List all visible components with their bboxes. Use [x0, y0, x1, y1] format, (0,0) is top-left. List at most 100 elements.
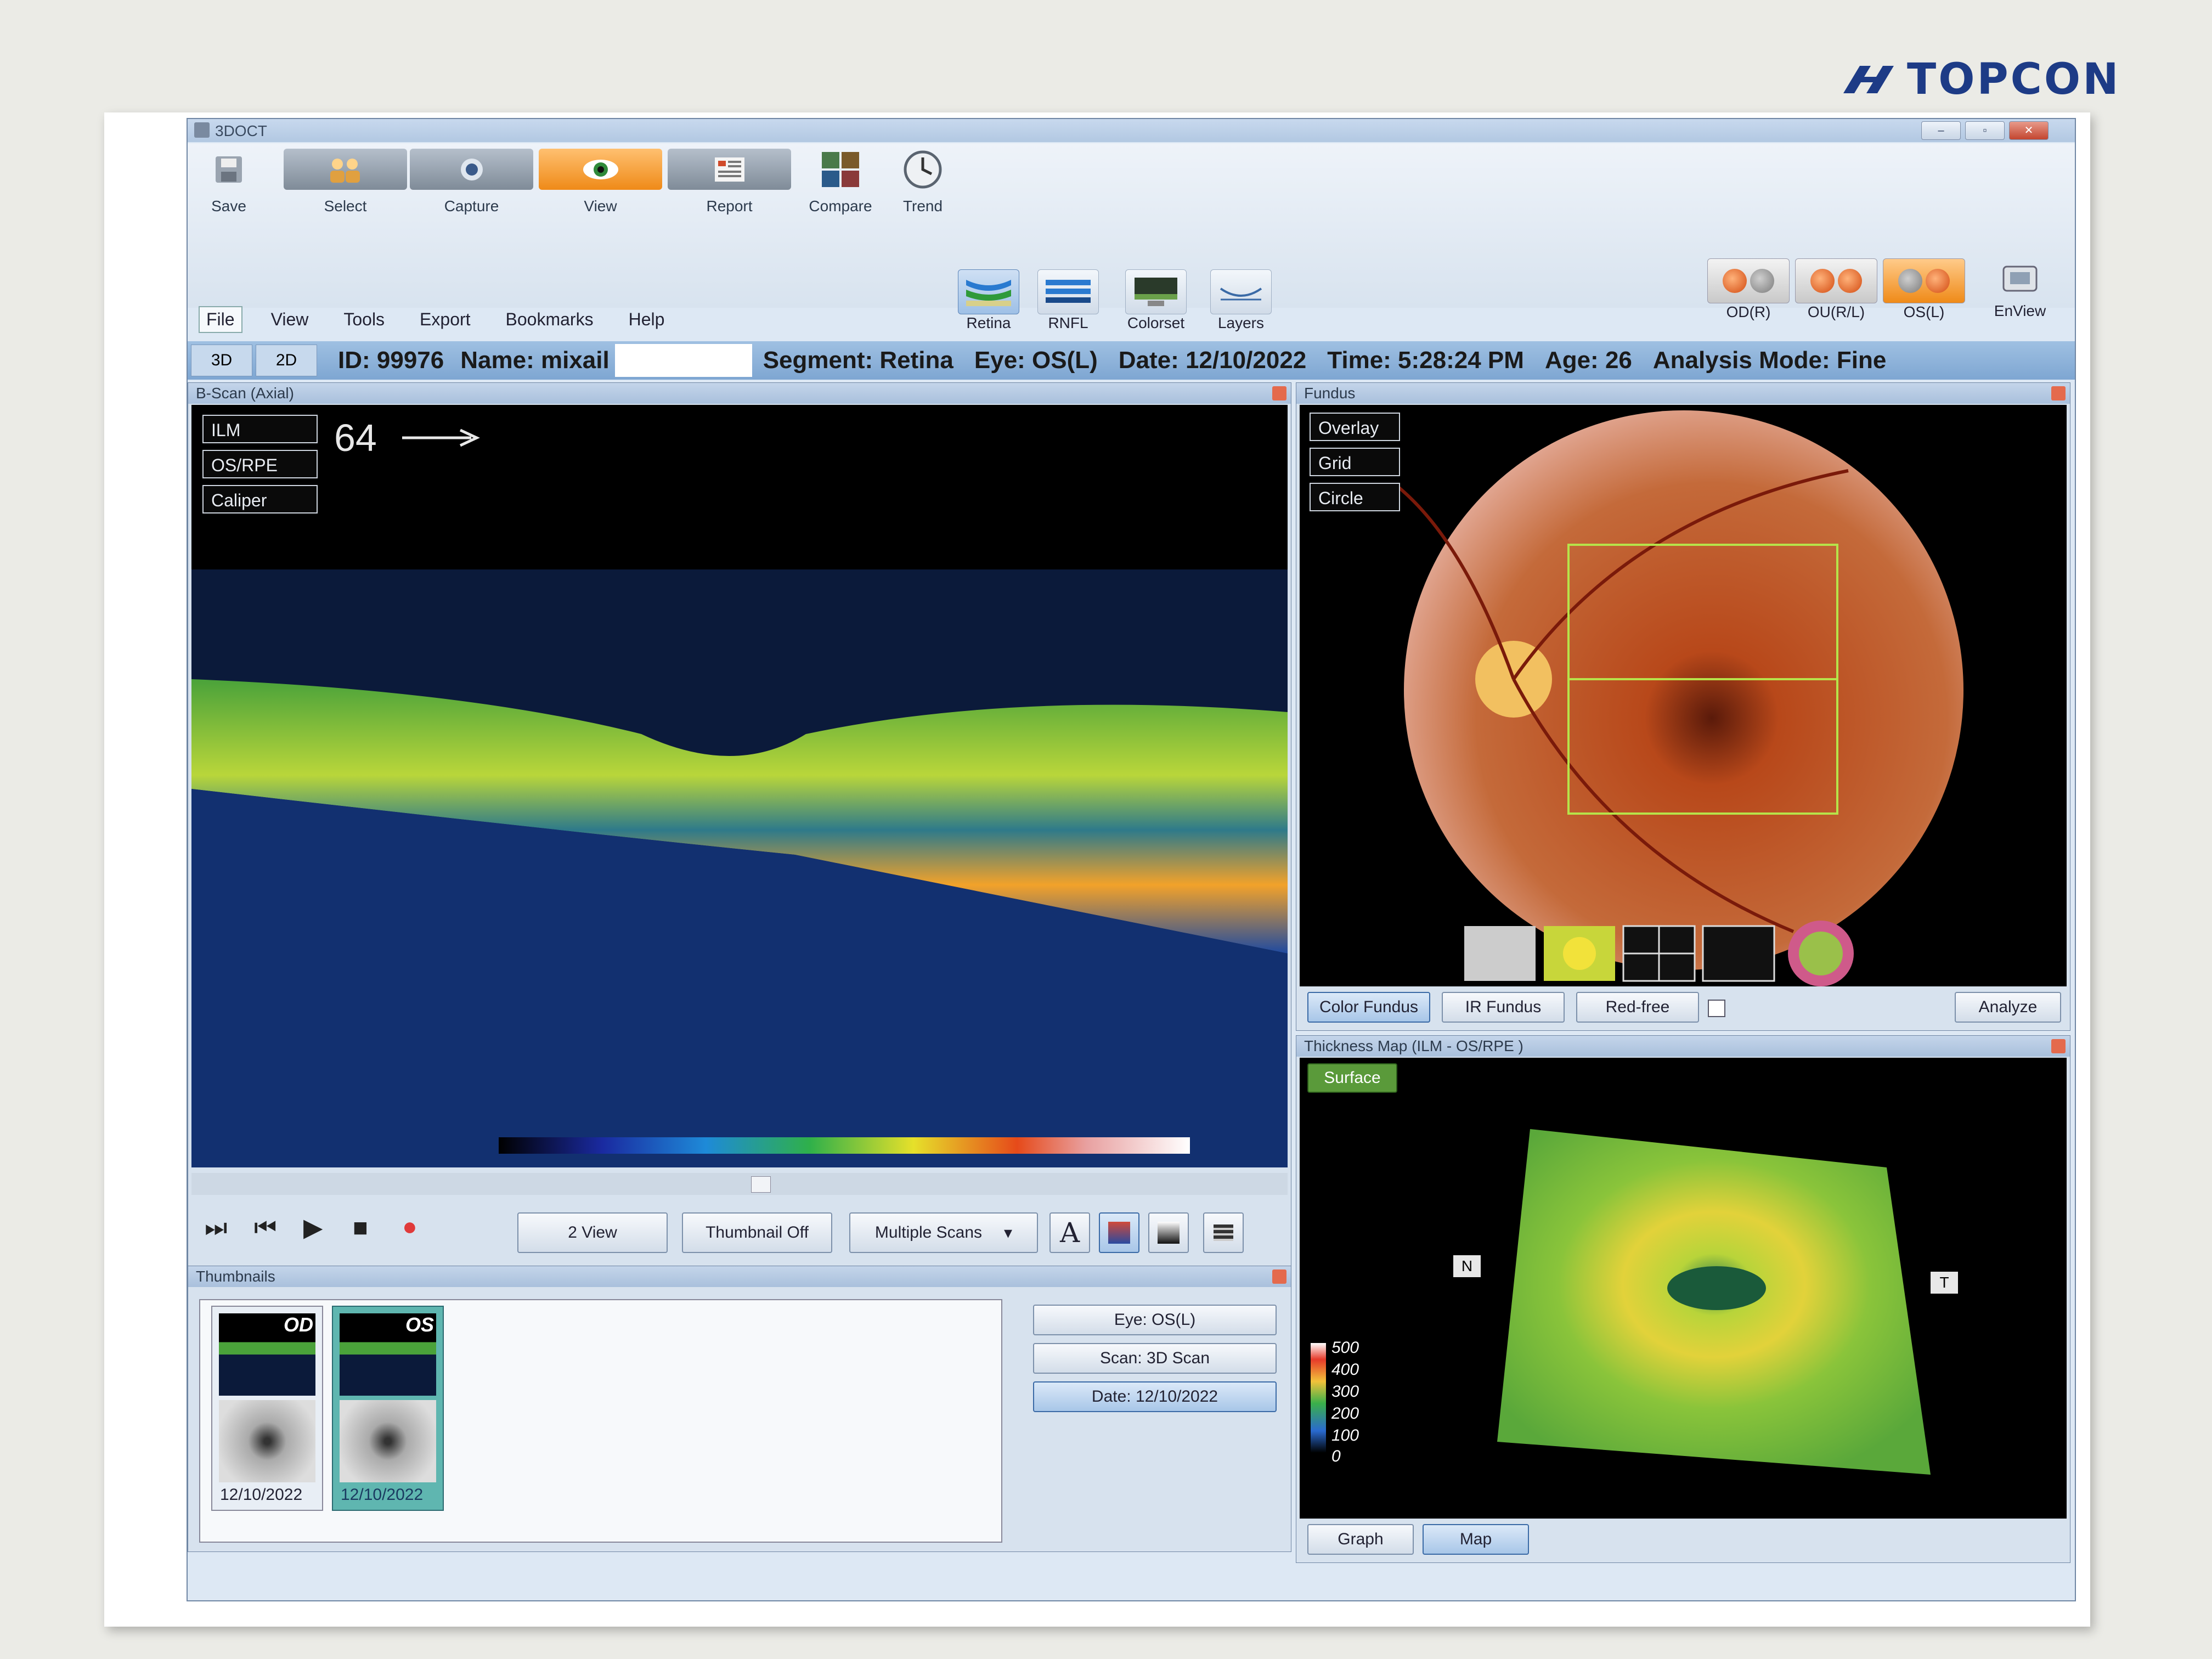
- tab-2d[interactable]: 2D: [256, 345, 317, 376]
- filter-eye-button[interactable]: Eye: OS(L): [1033, 1305, 1277, 1335]
- eye-icon: [539, 149, 662, 190]
- os-rpe-toggle[interactable]: OS/RPE: [202, 450, 318, 478]
- thickness-map-panel: Thickness Map (ILM - OS/RPE ) Surface N …: [1296, 1035, 2070, 1563]
- color-palette-button[interactable]: [1099, 1212, 1139, 1253]
- app-icon: [194, 122, 210, 138]
- thumbnails-title: Thumbnails: [188, 1266, 1291, 1287]
- step-forward-icon[interactable]: ⏭: [205, 1212, 227, 1243]
- menu-bookmarks[interactable]: Bookmarks: [499, 307, 600, 332]
- fundus-close-icon[interactable]: [2051, 386, 2066, 400]
- two-view-button[interactable]: 2 View: [517, 1212, 668, 1253]
- app-window: 3DOCT – ▫ ✕ Save Select Capture View Rep…: [187, 118, 2076, 1601]
- red-free-button[interactable]: Red-free: [1576, 992, 1699, 1023]
- arrow-right-icon: [402, 428, 480, 447]
- os-eye-icon: [1883, 258, 1965, 303]
- menu-help[interactable]: Help: [622, 307, 672, 332]
- graph-tab[interactable]: Graph: [1307, 1524, 1414, 1555]
- thumbnail-off-button[interactable]: Thumbnail Off: [682, 1212, 832, 1253]
- fundus-image[interactable]: Overlay Grid Circle: [1300, 405, 2067, 986]
- thumbnail-os-eye: OS: [405, 1313, 434, 1336]
- od-eye-icon: [1707, 258, 1790, 303]
- fundus-photo-graphic: [1397, 410, 1963, 986]
- brand-name: TOPCON: [1907, 55, 2121, 104]
- select-button[interactable]: Select: [284, 149, 407, 228]
- grid-toggle[interactable]: Grid: [1310, 448, 1400, 476]
- scale-300: 300: [1331, 1383, 1359, 1401]
- fundus-checkbox[interactable]: [1708, 1000, 1725, 1017]
- scrollbar-thumb[interactable]: [751, 1176, 771, 1193]
- bscan-title: B-Scan (Axial): [188, 383, 1291, 404]
- report-icon: [668, 149, 791, 190]
- view-button[interactable]: View: [539, 149, 662, 228]
- layout-icon: [1214, 1224, 1233, 1241]
- play-icon[interactable]: ▶: [303, 1212, 323, 1242]
- menu-bar: File View Tools Export Bookmarks Help: [188, 306, 2075, 333]
- ilm-toggle[interactable]: ILM: [202, 415, 318, 443]
- close-button[interactable]: ✕: [2009, 121, 2049, 140]
- maximize-button[interactable]: ▫: [1965, 121, 2005, 140]
- caliper-toggle[interactable]: Caliper: [202, 485, 318, 514]
- menu-view[interactable]: View: [264, 307, 315, 332]
- menu-tools[interactable]: Tools: [337, 307, 391, 332]
- thumbnails-close-icon[interactable]: [1272, 1269, 1286, 1284]
- eye-info: Eye: OS(L): [974, 347, 1098, 374]
- thumbnail-os-date: 12/10/2022: [341, 1486, 424, 1504]
- date-info: Date: 12/10/2022: [1118, 347, 1307, 374]
- stop-icon[interactable]: ■: [353, 1212, 368, 1242]
- text-tool-button[interactable]: A: [1049, 1212, 1090, 1253]
- bscan-scrollbar[interactable]: [191, 1173, 1288, 1195]
- bscan-close-icon[interactable]: [1272, 386, 1286, 400]
- menu-export[interactable]: Export: [413, 307, 477, 332]
- multiple-scans-select[interactable]: Multiple Scans ▾: [849, 1212, 1038, 1253]
- analysis-mode-info: Analysis Mode: Fine: [1652, 347, 1887, 374]
- map-tab[interactable]: Map: [1423, 1524, 1529, 1555]
- ir-fundus-button[interactable]: IR Fundus: [1442, 992, 1565, 1023]
- save-button[interactable]: Save: [199, 149, 259, 228]
- trend-button[interactable]: Trend: [887, 149, 958, 228]
- record-icon[interactable]: ●: [402, 1211, 417, 1241]
- color-fundus-button[interactable]: Color Fundus: [1307, 992, 1430, 1023]
- save-icon: [199, 149, 259, 190]
- camera-icon: [410, 149, 533, 190]
- scale-0: 0: [1331, 1447, 1341, 1465]
- compare-icon: [802, 149, 879, 190]
- time-info: Time: 5:28:24 PM: [1327, 347, 1524, 374]
- filter-date-button[interactable]: Date: 12/10/2022: [1033, 1381, 1277, 1412]
- menu-file[interactable]: File: [199, 306, 242, 333]
- thumbnail-od[interactable]: OD 12/10/2022: [211, 1306, 323, 1511]
- people-icon: [284, 149, 407, 190]
- clock-icon: [887, 149, 958, 190]
- segment-info: Segment: Retina: [763, 347, 953, 374]
- thickness-map-title: Thickness Map (ILM - OS/RPE ): [1296, 1036, 2070, 1057]
- filter-scan-button[interactable]: Scan: 3D Scan: [1033, 1343, 1277, 1374]
- thumbnail-list: OD 12/10/2022 OS 12/10/2022: [199, 1299, 1002, 1543]
- title-bar: 3DOCT – ▫ ✕: [188, 119, 2075, 142]
- analyze-button[interactable]: Analyze: [1955, 992, 2061, 1023]
- patient-info-bar: 3D 2D ID: 99976 Name: mixail Segment: Re…: [188, 341, 2075, 380]
- scale-100: 100: [1331, 1426, 1359, 1444]
- bscan-controls: ⏭ ⏮ ▶ ■ ● 2 View Thumbnail Off Multiple …: [188, 1200, 1291, 1261]
- bscan-panel: B-Scan (Axial) ILM OS/RPE Caliper 64 ⏭ ⏮…: [188, 382, 1291, 1387]
- patient-id: ID: 99976: [338, 347, 444, 374]
- nasal-label: N: [1453, 1255, 1481, 1277]
- thickness-close-icon[interactable]: [2051, 1039, 2066, 1053]
- select-label: Select: [324, 198, 367, 215]
- surface-button[interactable]: Surface: [1307, 1063, 1397, 1093]
- bscan-image[interactable]: ILM OS/RPE Caliper 64: [191, 405, 1288, 1167]
- grayscale-button[interactable]: [1148, 1212, 1189, 1253]
- overlay-toggle[interactable]: Overlay: [1310, 413, 1400, 441]
- thickness-map-view[interactable]: Surface N T 500 400 300 200 100 0: [1300, 1058, 2067, 1519]
- capture-button[interactable]: Capture: [410, 149, 533, 228]
- age-info: Age: 26: [1544, 347, 1632, 374]
- temporal-label: T: [1931, 1272, 1958, 1294]
- circle-toggle[interactable]: Circle: [1310, 483, 1400, 511]
- step-back-icon[interactable]: ⏮: [254, 1212, 276, 1243]
- tab-3d[interactable]: 3D: [191, 345, 252, 376]
- thumbnails-panel: Thumbnails OD 12/10/2022 OS 12/10/2022 E…: [188, 1266, 1291, 1552]
- report-button[interactable]: Report: [668, 149, 791, 228]
- minimize-button[interactable]: –: [1921, 121, 1961, 140]
- patient-name: Name: mixail: [460, 347, 610, 374]
- layout-button[interactable]: [1203, 1212, 1244, 1253]
- thumbnail-os[interactable]: OS 12/10/2022: [332, 1306, 444, 1511]
- compare-button[interactable]: Compare: [802, 149, 879, 228]
